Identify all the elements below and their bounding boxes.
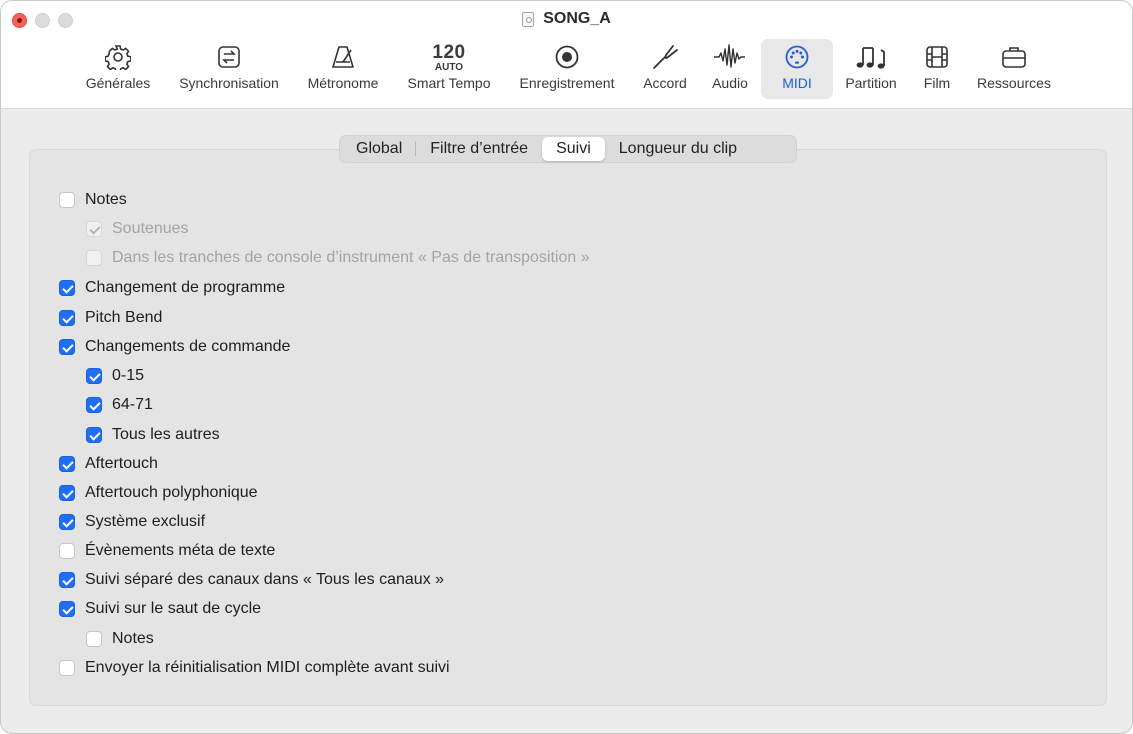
option-cycle-jump-notes[interactable]: Notes [86,630,154,648]
tempo-mode: AUTO [434,62,464,73]
checkbox[interactable] [86,397,102,413]
window-title-text: SONG_A [543,10,611,27]
sync-icon [218,46,240,68]
record-icon [555,45,579,69]
option-label: Envoyer la réinitialisation MIDI complèt… [85,659,450,676]
toolbar-synchronisation[interactable]: Synchronisation [169,39,289,99]
option-label: Dans les tranches de console d’instrumen… [112,249,590,266]
option-sustained: Soutenues [86,220,189,238]
toolbar-label: Film [923,75,951,91]
toolbar-smart-tempo[interactable]: 120 AUTO Smart Tempo [397,39,501,99]
option-text-meta-events[interactable]: Évènements méta de texte [59,542,275,560]
option-label: Tous les autres [112,426,220,443]
toolbar-resources[interactable]: Ressources [969,39,1059,99]
preferences-toolbar: Générales Synchronisation Métronome 120 … [1,39,1132,101]
option-label: Système exclusif [85,513,206,530]
checkbox[interactable] [59,601,75,617]
window-title: SONG_A [1,10,1132,28]
checkbox[interactable] [59,543,75,559]
checkbox[interactable] [59,280,75,296]
tuning-fork-icon [653,45,678,69]
toolbar-label: Générales [85,75,151,91]
tab-global[interactable]: Global [342,137,417,161]
option-cc-64-71[interactable]: 64-71 [86,396,153,414]
toolbar-label: Accord [643,75,687,91]
tab-chase[interactable]: Suivi [542,137,605,161]
checkbox[interactable] [59,310,75,326]
checkbox[interactable] [59,485,75,501]
tempo-value: 120 [432,42,466,63]
option-control-changes[interactable]: Changements de commande [59,338,290,356]
toolbar-label: Synchronisation [179,75,279,91]
option-program-change[interactable]: Changement de programme [59,279,285,297]
option-label: Aftertouch polyphonique [85,484,258,501]
checkbox[interactable] [59,456,75,472]
option-cc-0-15[interactable]: 0-15 [86,367,144,385]
checkbox[interactable] [59,192,75,208]
option-label: Aftertouch [85,455,158,472]
option-chase-cycle-jump[interactable]: Suivi sur le saut de cycle [59,600,261,618]
toolbar-label: Ressources [977,75,1051,91]
option-label: 64-71 [112,396,153,413]
option-pitch-bend[interactable]: Pitch Bend [59,309,162,327]
toolbar-label: Partition [845,75,897,91]
option-poly-aftertouch[interactable]: Aftertouch polyphonique [59,484,258,502]
toolbar-score[interactable]: Partition [838,39,904,99]
checkbox [86,221,102,237]
toolbar-general[interactable]: Générales [80,39,156,99]
option-label: Changement de programme [85,279,286,296]
option-sysex[interactable]: Système exclusif [59,513,205,531]
option-label: Changements de commande [85,338,291,355]
option-label: 0-15 [112,367,145,384]
toolbar-label: Audio [712,75,748,91]
waveform-icon [714,44,745,68]
option-label: Notes [112,630,154,647]
toolbar-film[interactable]: Film [915,39,959,99]
toolbar-recording[interactable]: Enregistrement [510,39,624,99]
option-label: Notes [85,191,127,208]
toolbar-metronome[interactable]: Métronome [299,39,387,99]
option-cc-all-others[interactable]: Tous les autres [86,426,220,444]
option-separate-channels[interactable]: Suivi séparé des canaux dans « Tous les … [59,571,444,589]
checkbox[interactable] [59,572,75,588]
checkbox[interactable] [86,368,102,384]
notes-icon [856,47,885,69]
checkbox[interactable] [86,427,102,443]
tab-clip-length[interactable]: Longueur du clip [605,137,751,161]
toolbar-tuning[interactable]: Accord [635,39,695,99]
checkbox[interactable] [86,631,102,647]
gear-icon [105,45,131,70]
briefcase-icon [1002,47,1026,68]
metronome-icon [332,46,354,68]
option-full-midi-reset[interactable]: Envoyer la réinitialisation MIDI complèt… [59,659,450,677]
toolbar-label: MIDI [782,75,812,91]
toolbar-label: Enregistrement [519,75,615,91]
option-label: Pitch Bend [85,309,163,326]
midi-port-icon [785,45,809,69]
document-icon [522,11,535,27]
checkbox[interactable] [59,339,75,355]
tab-bar: Global Filtre d’entrée Suivi Longueur du… [339,135,797,163]
film-icon [926,46,948,68]
toolbar-label: Smart Tempo [407,75,491,91]
toolbar-label: Métronome [307,75,379,91]
option-label: Suivi sur le saut de cycle [85,600,262,617]
option-label: Soutenues [112,220,189,237]
checkbox[interactable] [59,660,75,676]
checkbox[interactable] [59,514,75,530]
tab-input-filter[interactable]: Filtre d’entrée [416,137,542,161]
option-label: Évènements méta de texte [85,542,276,559]
toolbar-midi[interactable]: MIDI [761,39,833,99]
option-aftertouch[interactable]: Aftertouch [59,455,158,473]
title-bar: SONG_A Générales Synchronisation Métrono… [1,1,1132,109]
option-no-transpose-strips: Dans les tranches de console d’instrumen… [86,249,590,267]
option-label: Suivi séparé des canaux dans « Tous les … [85,571,445,588]
option-notes[interactable]: Notes [59,191,127,209]
toolbar-audio[interactable]: Audio [705,39,755,99]
tempo-icon: 120 AUTO [432,39,465,75]
checkbox [86,250,102,266]
preferences-window: SONG_A Générales Synchronisation Métrono… [0,0,1133,734]
